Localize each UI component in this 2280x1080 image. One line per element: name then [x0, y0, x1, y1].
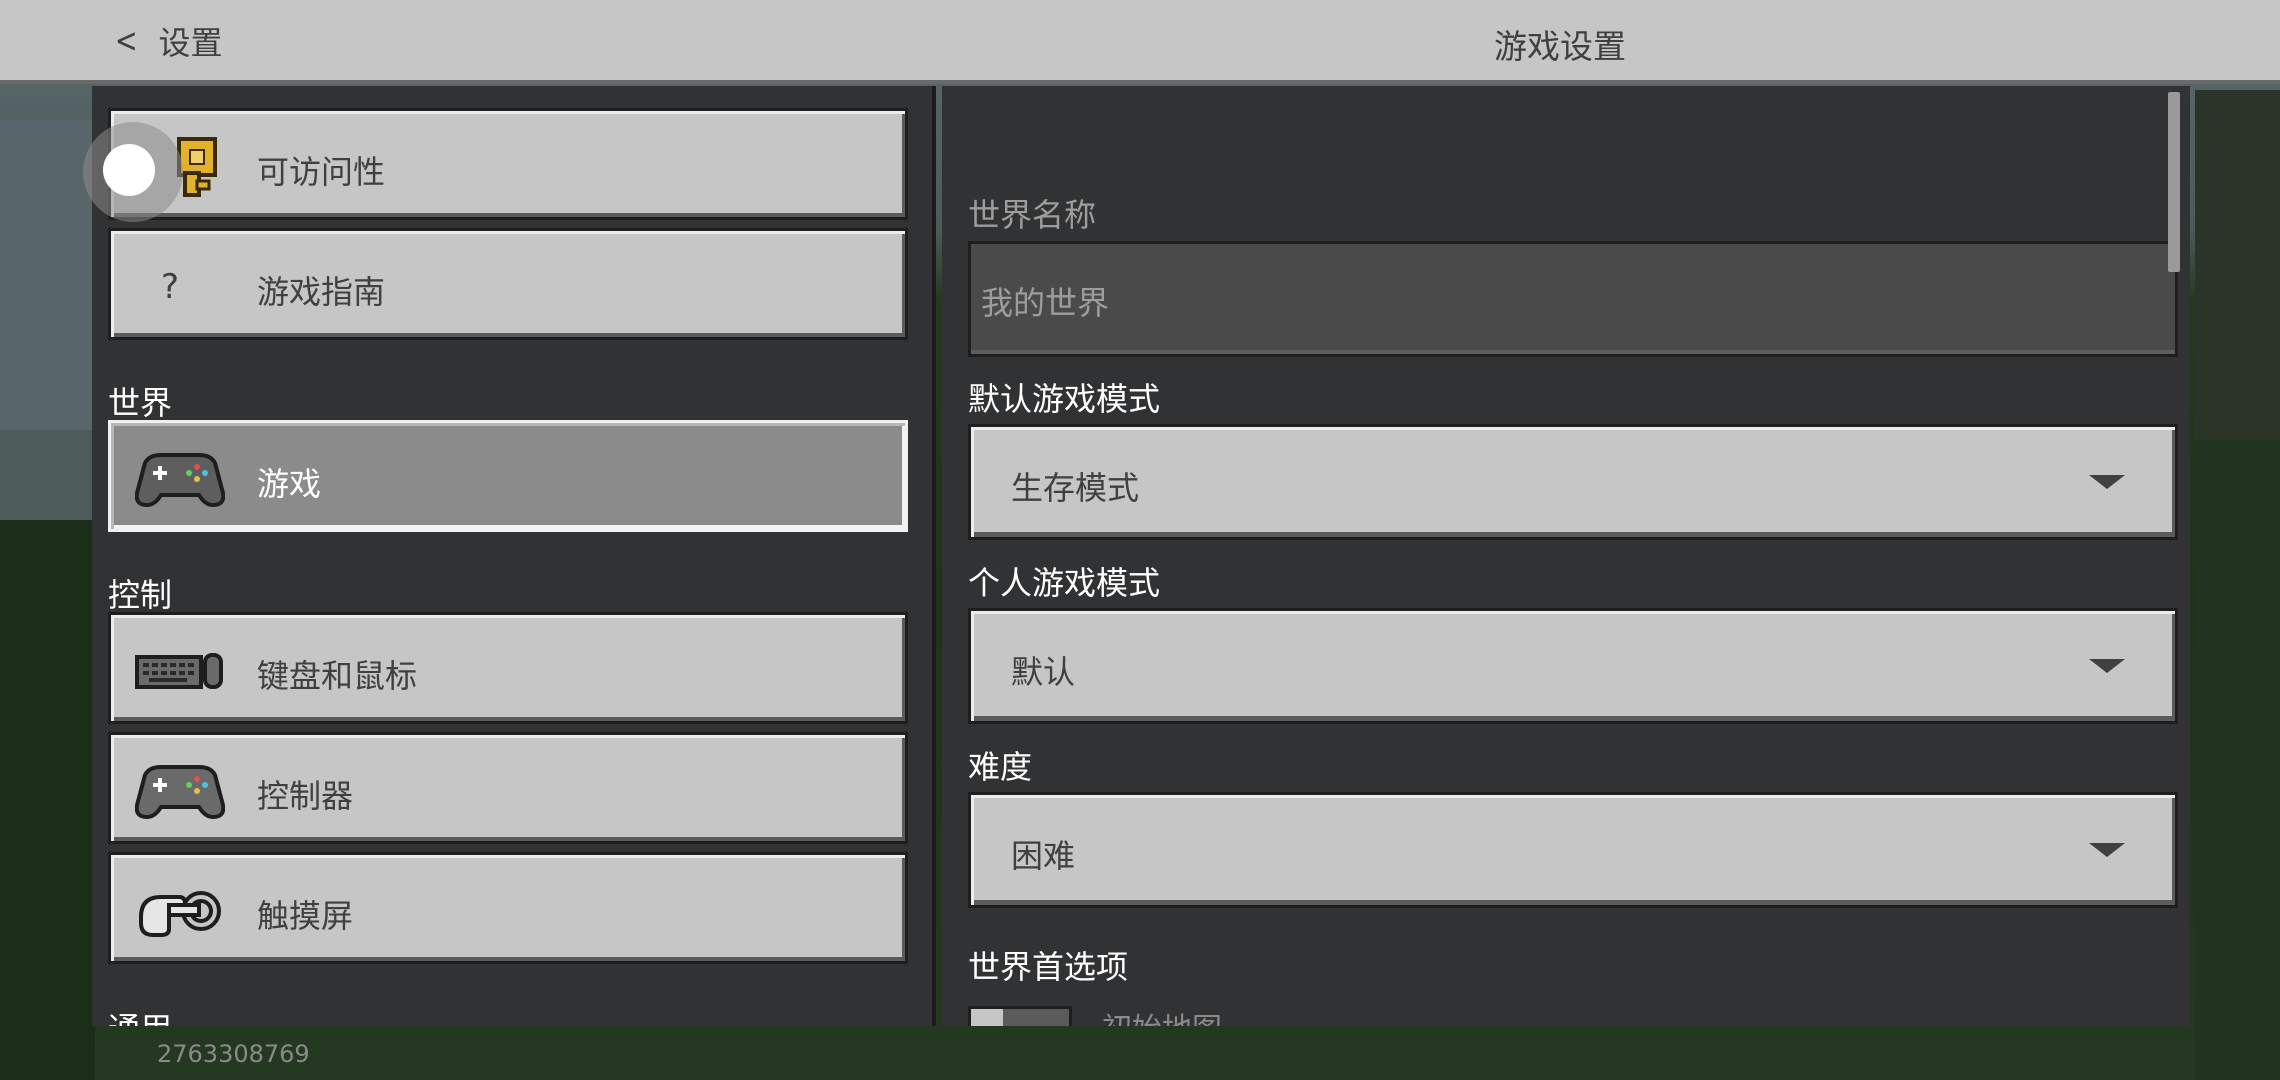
starting-map-label: 初始地图: [1102, 1004, 1222, 1026]
sidebar-item-label: 控制器: [257, 777, 354, 815]
sidebar-item-controller[interactable]: 控制器: [108, 732, 908, 844]
touch-hand-icon: [139, 891, 221, 937]
sidebar-item-label: 键盘和鼠标: [257, 657, 418, 695]
caret-down-icon: [2089, 475, 2125, 489]
dropdown-value: 默认: [1011, 653, 1076, 691]
toggle-knob: [971, 1009, 1003, 1026]
dropdown-value: 困难: [1011, 837, 1076, 875]
back-label: 设置: [158, 24, 223, 62]
sidebar-item-label: 触摸屏: [257, 897, 354, 935]
default-game-mode-label: 默认游戏模式: [968, 380, 1161, 418]
back-button[interactable]: < 设置: [112, 16, 223, 66]
world-preferences-heading: 世界首选项: [968, 948, 1129, 986]
game-settings-panel[interactable]: 世界名称 我的世界 默认游戏模式 生存模式 个人游戏模式 默认 难度 困难 世界…: [942, 86, 2190, 1026]
sidebar-item-label: 游戏指南: [257, 273, 386, 311]
gamepad-icon: [135, 453, 225, 508]
keyboard-mouse-icon: [135, 653, 223, 689]
sidebar-item-game-guide[interactable]: ? 游戏指南: [108, 228, 908, 340]
settings-scrollbar[interactable]: [2168, 92, 2180, 272]
chevron-left-icon: <: [114, 21, 138, 61]
sidebar-item-label: 可访问性: [257, 153, 386, 191]
section-heading-world: 世界: [108, 384, 173, 422]
sidebar-item-keyboard-mouse[interactable]: 键盘和鼠标: [108, 612, 908, 724]
caret-down-icon: [2089, 659, 2125, 673]
personal-game-mode-label: 个人游戏模式: [968, 564, 1161, 602]
settings-sidebar: 可访问性 ? 游戏指南 世界 游戏 控制 键盘和鼠标 控制器 触摸屏: [92, 86, 936, 1026]
question-icon: ?: [161, 267, 180, 307]
starting-map-toggle[interactable]: [968, 1006, 1072, 1026]
difficulty-label: 难度: [968, 748, 1033, 786]
page-title: 游戏设置: [1494, 27, 1626, 66]
player-uid: 2763308769: [157, 1040, 310, 1068]
sidebar-item-touchscreen[interactable]: 触摸屏: [108, 852, 908, 964]
gamepad-icon: [135, 765, 225, 820]
touch-point-icon: [103, 144, 155, 196]
personal-game-mode-dropdown[interactable]: 默认: [968, 608, 2178, 724]
section-heading-controls: 控制: [108, 576, 173, 614]
dropdown-value: 生存模式: [1011, 469, 1140, 507]
section-heading-general: 通用: [108, 1004, 172, 1026]
sidebar-item-game[interactable]: 游戏: [108, 420, 908, 532]
world-name-input[interactable]: 我的世界: [968, 241, 2178, 357]
world-name-label: 世界名称: [968, 196, 1097, 234]
difficulty-dropdown[interactable]: 困难: [968, 792, 2178, 908]
caret-down-icon: [2089, 843, 2125, 857]
sidebar-item-accessibility[interactable]: 可访问性: [108, 108, 908, 220]
sidebar-item-label: 游戏: [257, 465, 322, 503]
top-bar: < 设置 游戏设置: [0, 0, 2280, 84]
touch-indicator: [83, 122, 183, 222]
default-game-mode-dropdown[interactable]: 生存模式: [968, 424, 2178, 540]
